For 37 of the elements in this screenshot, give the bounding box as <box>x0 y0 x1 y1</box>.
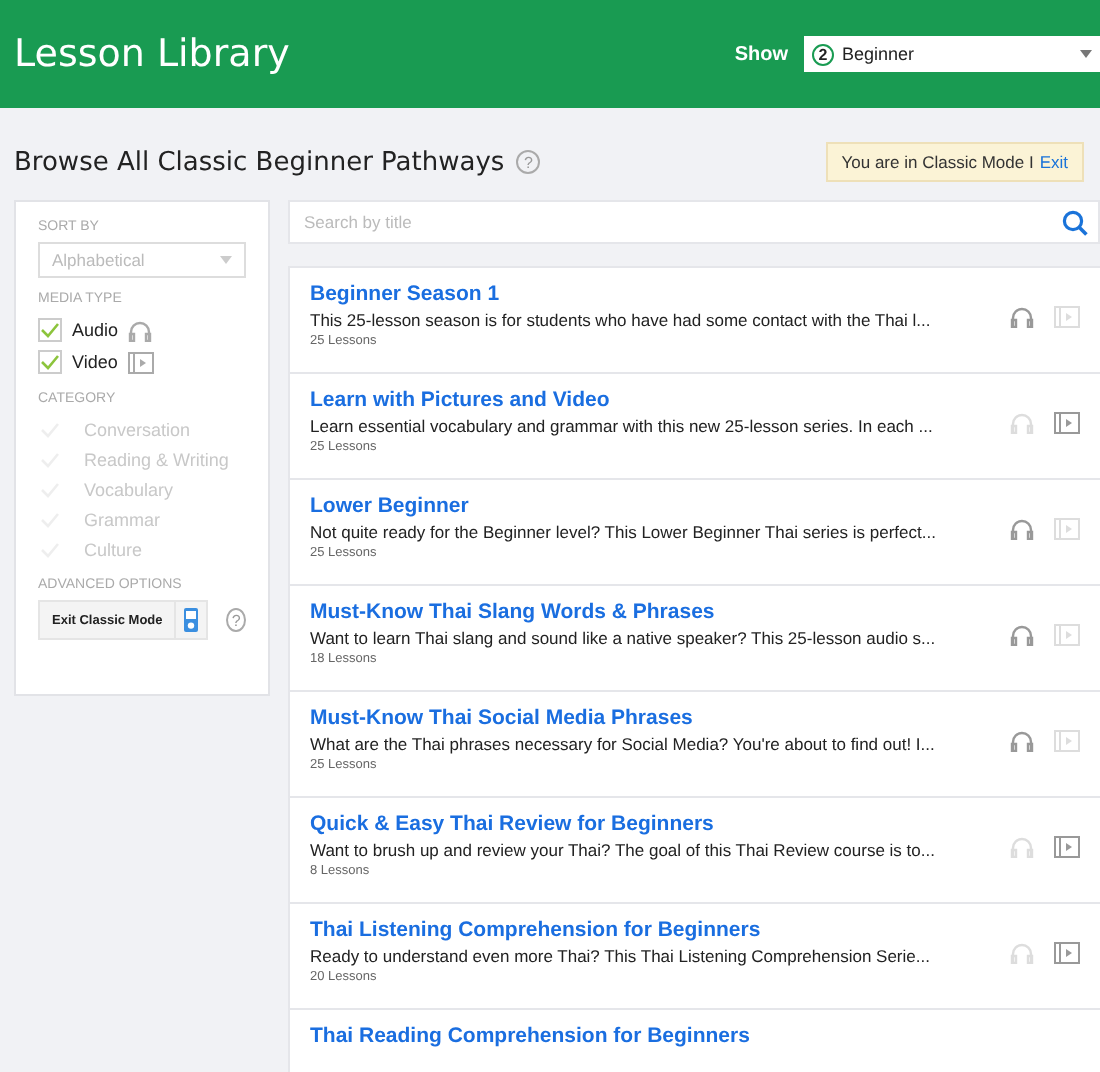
checkbox[interactable] <box>38 318 62 342</box>
search-field[interactable]: Search by title <box>288 200 1100 244</box>
lesson-title[interactable]: Learn with Pictures and Video <box>310 388 1010 412</box>
player-icon[interactable] <box>176 600 209 640</box>
lesson-description: Want to brush up and review your Thai? The goal of this Thai Review course is to... <box>310 840 937 860</box>
lesson-description: What are the Thai phrases necessary for Social Media? You're about to find out! I... <box>310 734 937 754</box>
page-heading: Browse All Classic Beginner Pathways <box>14 147 505 177</box>
lesson-title[interactable]: Lower Beginner <box>310 494 1010 518</box>
headphones-icon <box>128 319 153 341</box>
lesson-title[interactable]: Beginner Season 1 <box>310 282 1010 306</box>
checkbox-label[interactable]: Video <box>72 352 118 372</box>
exit-link[interactable]: Exit <box>1039 152 1068 172</box>
page-title: Lesson Library <box>14 32 290 76</box>
video-icon <box>127 351 154 373</box>
lesson-title[interactable]: Thai Listening Comprehension for Beginners <box>310 918 1010 942</box>
lesson-title[interactable]: Quick & Easy Thai Review for Beginners <box>310 812 1010 836</box>
notice-text: You are in Classic Mode I <box>841 152 1034 172</box>
show-label: Show <box>734 43 788 65</box>
help-icon[interactable]: ? <box>516 150 541 174</box>
lesson-description: Learn essential vocabulary and grammar with this new 25-lesson series. In each ... <box>310 416 935 436</box>
lesson-description: Want to learn Thai slang and sound like a native speaker? This 25-lesson audio s... <box>310 628 938 648</box>
lesson-card[interactable]: Thai Reading Comprehension for Beginners <box>290 1010 1100 1072</box>
help-icon[interactable]: ? <box>226 608 246 632</box>
caret-icon <box>220 256 232 264</box>
caret-icon <box>1080 50 1092 58</box>
checkbox[interactable] <box>38 350 62 374</box>
search-icon[interactable] <box>1062 209 1088 235</box>
checkbox-label[interactable]: Audio <box>72 320 119 340</box>
lesson-description: Not quite ready for the Beginner level? This Lower Beginner Thai series is perfect... <box>310 522 938 542</box>
lesson-description: This 25-lesson season is for students who have had some contact with the Thai l... <box>310 310 933 330</box>
lesson-title[interactable]: Thai Reading Comprehension for Beginners <box>310 1024 1080 1048</box>
level-dropdown[interactable]: 2 Beginner <box>804 36 1100 72</box>
lesson-title[interactable]: Must-Know Thai Slang Words & Phrases <box>310 600 1010 624</box>
level-number-badge: 2 <box>812 43 834 65</box>
lesson-description: Ready to understand even more Thai? This Thai Listening Comprehension Serie... <box>310 946 932 966</box>
search-input[interactable]: Search by title <box>304 212 1062 232</box>
lesson-title[interactable]: Must-Know Thai Social Media Phrases <box>310 706 1010 730</box>
